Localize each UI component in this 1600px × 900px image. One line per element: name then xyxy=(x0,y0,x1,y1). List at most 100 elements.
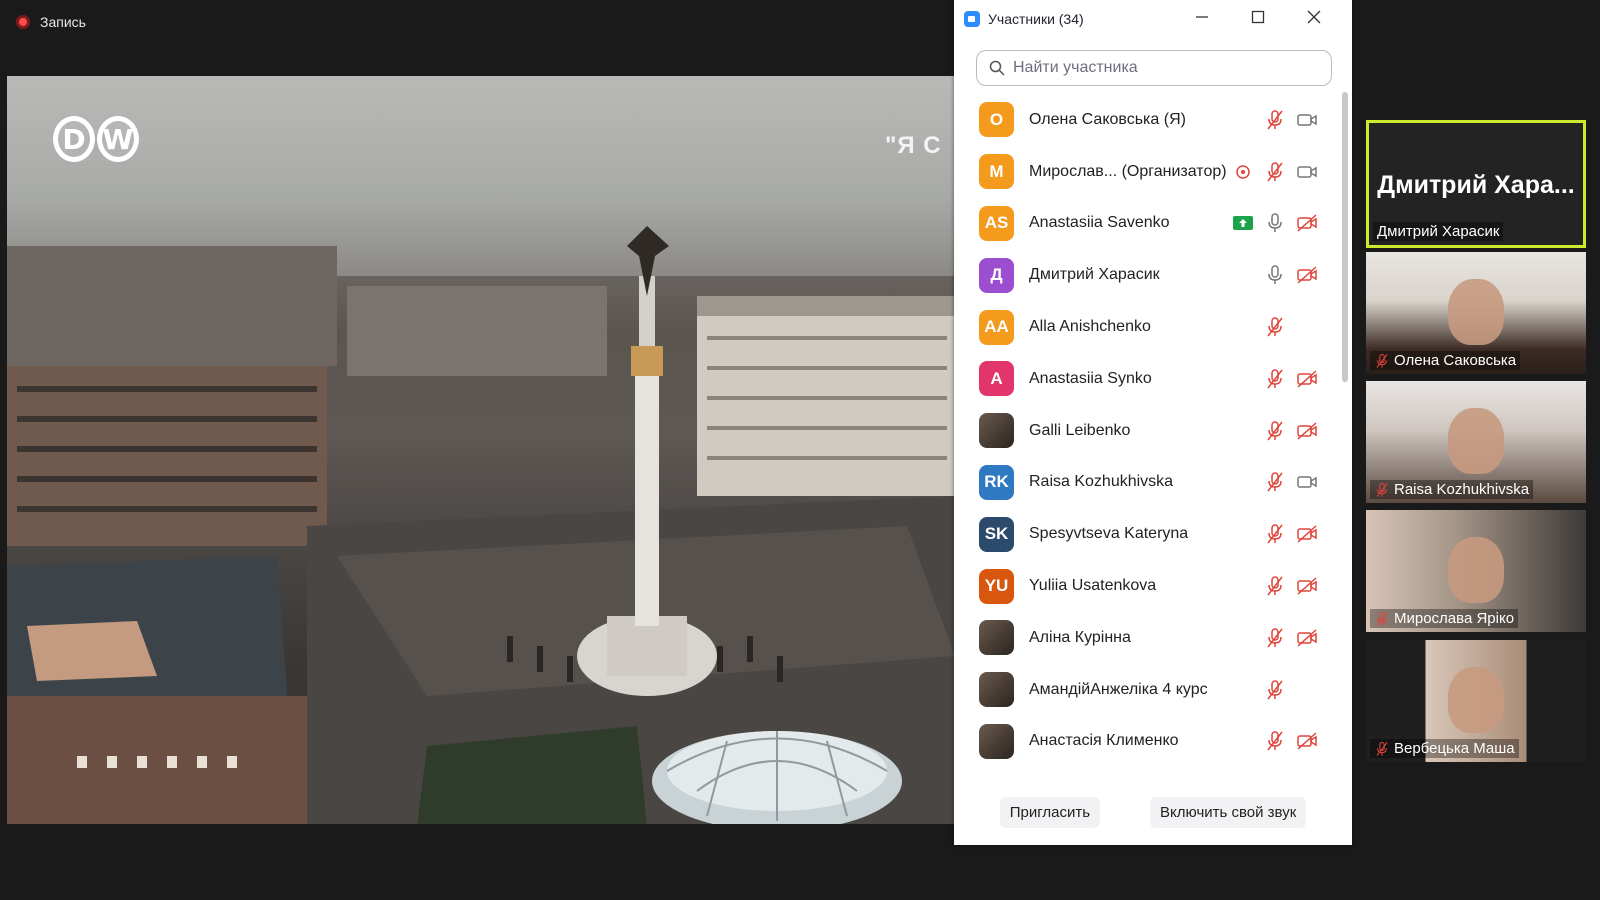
participant-status-icons xyxy=(1264,94,1318,146)
mic-muted-icon[interactable] xyxy=(1264,730,1286,752)
participants-panel: Участники (34) ООлена Саковська (Я)ММиро… xyxy=(954,0,1352,845)
participant-avatar: RK xyxy=(979,464,1014,500)
participant-avatar: AA xyxy=(979,309,1014,345)
tile-participant-name: Raisa Kozhukhivska xyxy=(1394,481,1530,498)
camera-off-icon[interactable] xyxy=(1296,730,1318,752)
mic-muted-icon[interactable] xyxy=(1264,575,1286,597)
camera-off-icon[interactable] xyxy=(1296,575,1318,597)
minimize-button[interactable] xyxy=(1174,10,1230,29)
camera-off-icon[interactable] xyxy=(1296,212,1318,234)
dw-logo: D W xyxy=(53,116,139,162)
participant-row[interactable]: Аліна Курінна xyxy=(954,612,1340,664)
video-tile[interactable]: Мирослава Яріко xyxy=(1366,510,1586,632)
recording-indicator[interactable]: Запись xyxy=(16,14,86,30)
participant-avatar: A xyxy=(979,361,1014,397)
camera-off-icon[interactable] xyxy=(1296,627,1318,649)
mic-muted-icon[interactable] xyxy=(1264,316,1286,338)
maximize-icon xyxy=(1251,10,1265,23)
mic-muted-icon[interactable] xyxy=(1264,109,1286,131)
video-tile[interactable]: Дмитрий Хара... Дмитрий Харасик xyxy=(1366,120,1586,248)
participant-row[interactable]: М Мирослав... (Организатор) xyxy=(954,146,1340,198)
tile-participant-name: Дмитрий Харасик xyxy=(1377,223,1500,240)
camera-icon[interactable] xyxy=(1296,161,1318,183)
video-tile[interactable]: Raisa Kozhukhivska xyxy=(1366,381,1586,503)
camera-icon[interactable] xyxy=(1296,471,1318,493)
participant-status-icons xyxy=(1232,146,1318,198)
participant-list-scrollbar[interactable] xyxy=(1342,92,1348,382)
tile-participant-name: Олена Саковська xyxy=(1394,352,1517,369)
participant-video-feed xyxy=(1448,278,1504,345)
mic-muted-icon[interactable] xyxy=(1264,161,1286,183)
participant-status-icons xyxy=(1264,457,1318,509)
mic-muted-icon[interactable] xyxy=(1264,523,1286,545)
participant-row[interactable]: RK Raisa Kozhukhivska xyxy=(954,457,1340,509)
participant-row[interactable]: Анастасія Клименко xyxy=(954,716,1340,768)
mic-muted-icon xyxy=(1374,353,1390,369)
mic-muted-icon[interactable] xyxy=(1264,420,1286,442)
participant-row[interactable]: SK Spesyvtseva Kateryna xyxy=(954,508,1340,560)
maximize-button[interactable] xyxy=(1230,10,1286,29)
camera-off-icon[interactable] xyxy=(1296,368,1318,390)
participant-status-icons xyxy=(1232,198,1318,250)
participant-list[interactable]: О Олена Саковська (Я) М Мирослав... (Органи… xyxy=(954,94,1340,776)
mic-muted-icon xyxy=(1374,482,1390,498)
recording-label: Запись xyxy=(40,14,86,30)
mic-muted-icon[interactable] xyxy=(1264,471,1286,493)
tile-name-label: Вербецька Маша xyxy=(1370,739,1519,758)
video-caption: "Я С xyxy=(885,132,942,159)
panel-footer: Пригласить Включить свой звук xyxy=(954,779,1352,845)
participant-avatar xyxy=(979,723,1014,759)
camera-off-icon[interactable] xyxy=(1296,420,1318,442)
camera-icon[interactable] xyxy=(1296,109,1318,131)
panel-title: Участники (34) xyxy=(988,11,1084,27)
close-icon xyxy=(1307,10,1321,23)
video-tile[interactable]: Олена Саковська xyxy=(1366,252,1586,374)
participant-avatar: О xyxy=(979,102,1014,138)
participant-row[interactable]: О Олена Саковська (Я) xyxy=(954,94,1340,146)
participant-avatar xyxy=(979,413,1014,449)
participant-row[interactable]: АмандійАнжеліка 4 курс xyxy=(954,664,1340,716)
tile-name-label: Мирослава Яріко xyxy=(1370,609,1519,628)
tile-name-label: Олена Саковська xyxy=(1370,351,1521,370)
camera-off-icon[interactable] xyxy=(1296,264,1318,286)
mic-muted-icon[interactable] xyxy=(1264,627,1286,649)
invite-button[interactable]: Пригласить xyxy=(999,796,1101,828)
mic-icon[interactable] xyxy=(1264,264,1286,286)
participant-row[interactable]: A Anastasiia Synko xyxy=(954,353,1340,405)
minimize-icon xyxy=(1196,15,1208,18)
mic-muted-icon[interactable] xyxy=(1264,679,1286,701)
participant-search[interactable] xyxy=(976,50,1332,86)
tile-name-label: Raisa Kozhukhivska xyxy=(1370,480,1534,499)
zoom-app-icon xyxy=(964,11,980,27)
participant-row[interactable]: Galli Leibenko xyxy=(954,405,1340,457)
tile-name-label: Дмитрий Харасик xyxy=(1373,222,1504,241)
participant-row[interactable]: YU Yuliia Usatenkova xyxy=(954,560,1340,612)
unmute-self-button[interactable]: Включить свой звук xyxy=(1150,796,1307,828)
record-icon xyxy=(16,15,30,29)
participant-row[interactable]: AA Alla Anishchenko xyxy=(954,301,1340,353)
mic-icon[interactable] xyxy=(1264,212,1286,234)
share-screen-icon[interactable] xyxy=(1232,212,1254,234)
video-cityscape xyxy=(7,226,955,824)
video-tile[interactable]: Вербецька Маша xyxy=(1366,640,1586,762)
participant-avatar xyxy=(979,672,1014,708)
participant-avatar xyxy=(979,620,1014,656)
participant-avatar: SK xyxy=(979,516,1014,552)
mic-muted-icon xyxy=(1374,741,1390,757)
participant-status-icons xyxy=(1264,301,1318,353)
participant-video-feed xyxy=(1448,407,1504,474)
participant-status-icons xyxy=(1264,612,1318,664)
camera-off-icon[interactable] xyxy=(1296,523,1318,545)
participant-row[interactable]: AS Anastasiia Savenko xyxy=(954,198,1340,250)
dw-logo-d: D xyxy=(53,116,95,162)
tile-participant-name: Вербецька Маша xyxy=(1394,740,1515,757)
participant-avatar: YU xyxy=(979,568,1014,604)
recording-host-icon[interactable] xyxy=(1232,161,1254,183)
participant-row[interactable]: Д Дмитрий Харасик xyxy=(954,249,1340,301)
participant-status-icons xyxy=(1264,560,1318,612)
participant-status-icons xyxy=(1264,664,1318,716)
close-button[interactable] xyxy=(1286,10,1342,29)
panel-titlebar: Участники (34) xyxy=(954,0,1352,38)
mic-muted-icon[interactable] xyxy=(1264,368,1286,390)
search-input[interactable] xyxy=(1011,58,1319,78)
